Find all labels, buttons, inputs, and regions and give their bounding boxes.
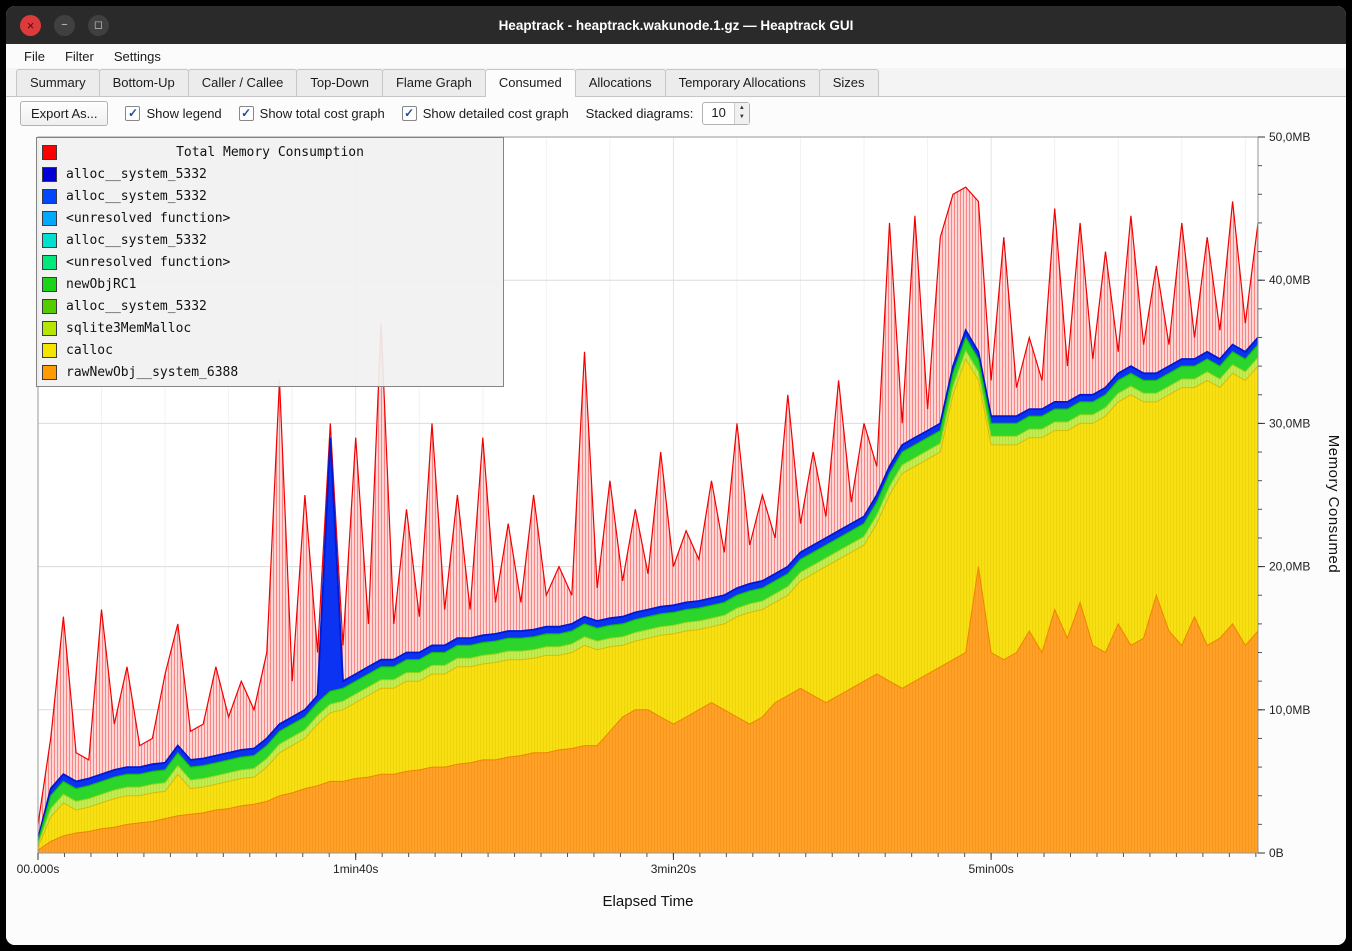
spin-down-icon[interactable]: ▼	[735, 113, 749, 122]
tab-caller-callee[interactable]: Caller / Callee	[188, 69, 298, 96]
legend-swatch	[42, 233, 57, 248]
export-as-button[interactable]: Export As...	[20, 101, 108, 126]
menubar: FileFilterSettings	[6, 44, 1346, 68]
y-tick-label: 20,0MB	[1269, 560, 1310, 574]
x-tick-label: 1min40s	[333, 862, 378, 876]
x-tick-label: 00.000s	[17, 862, 60, 876]
minimize-icon: −	[61, 20, 67, 31]
close-button[interactable]: ×	[20, 15, 41, 36]
minimize-button[interactable]: −	[54, 15, 75, 36]
legend-swatch	[42, 167, 57, 182]
legend-entry-label: alloc__system_5332	[66, 299, 207, 314]
tab-top-down[interactable]: Top-Down	[296, 69, 383, 96]
y-tick-label: 10,0MB	[1269, 703, 1310, 717]
spinner-arrows: ▲ ▼	[734, 103, 749, 124]
tab-summary[interactable]: Summary	[16, 69, 100, 96]
legend-entry-label: rawNewObj__system_6388	[66, 365, 238, 380]
legend-entry: alloc__system_5332	[42, 229, 498, 251]
stacked-diagrams-value: 10	[703, 103, 733, 124]
x-tick-label: 3min20s	[651, 862, 696, 876]
menu-file[interactable]: File	[14, 46, 55, 67]
consumed-chart: 00.000s 1min40s 3min20s 5min00s 0B 10,0MB 20,0…	[6, 129, 1346, 945]
legend-entry: alloc__system_5332	[42, 185, 498, 207]
legend-swatch	[42, 299, 57, 314]
close-icon: ×	[27, 19, 35, 32]
y-axis-title: Memory Consumed	[1325, 435, 1342, 573]
legend-entry: alloc__system_5332	[42, 295, 498, 317]
legend-swatch	[42, 365, 57, 380]
legend-entry-label: <unresolved function>	[66, 255, 230, 270]
legend-title: Total Memory Consumption	[66, 145, 474, 160]
tab-sizes[interactable]: Sizes	[819, 69, 879, 96]
legend-entry: <unresolved function>	[42, 207, 498, 229]
checkbox-label: Show legend	[146, 106, 221, 121]
tab-bottom-up[interactable]: Bottom-Up	[99, 69, 189, 96]
checkbox-check-icon: ✓	[239, 106, 254, 121]
stacked-diagrams-label: Stacked diagrams:	[586, 106, 694, 121]
checkbox-check-icon: ✓	[125, 106, 140, 121]
y-tick-label: 40,0MB	[1269, 273, 1310, 287]
legend-swatch	[42, 277, 57, 292]
legend-entry: alloc__system_5332	[42, 163, 498, 185]
tab-consumed[interactable]: Consumed	[485, 69, 576, 97]
menu-filter[interactable]: Filter	[55, 46, 104, 67]
legend-entry-label: newObjRC1	[66, 277, 136, 292]
toolbar: Export As... ✓ Show legend ✓ Show total cos…	[6, 97, 1346, 129]
tab-bar: SummaryBottom-UpCaller / CalleeTop-DownF…	[6, 68, 1346, 97]
legend-title-row: Total Memory Consumption	[42, 141, 498, 163]
window-title: Heaptrack - heaptrack.wakunode.1.gz — He…	[6, 18, 1346, 33]
legend-entry: newObjRC1	[42, 273, 498, 295]
checkbox-label: Show detailed cost graph	[423, 106, 569, 121]
titlebar[interactable]: × − ◻ Heaptrack - heaptrack.wakunode.1.g…	[6, 6, 1346, 44]
checkbox-label: Show total cost graph	[260, 106, 385, 121]
spin-up-icon[interactable]: ▲	[735, 104, 749, 113]
tab-flame-graph[interactable]: Flame Graph	[382, 69, 486, 96]
checkbox-check-icon: ✓	[402, 106, 417, 121]
tab-temporary-allocations[interactable]: Temporary Allocations	[665, 69, 820, 96]
legend-entry: <unresolved function>	[42, 251, 498, 273]
legend-entry-label: <unresolved function>	[66, 211, 230, 226]
legend-entry-label: sqlite3MemMalloc	[66, 321, 191, 336]
y-tick-label: 0B	[1269, 846, 1284, 860]
legend-swatch	[42, 321, 57, 336]
legend-entry: calloc	[42, 339, 498, 361]
y-tick-label: 30,0MB	[1269, 416, 1310, 430]
legend-swatch	[42, 189, 57, 204]
legend-entry: sqlite3MemMalloc	[42, 317, 498, 339]
x-axis-title: Elapsed Time	[38, 893, 1258, 910]
stacked-diagrams-spinbox[interactable]: 10 ▲ ▼	[702, 102, 749, 125]
app-window: × − ◻ Heaptrack - heaptrack.wakunode.1.g…	[6, 6, 1346, 945]
checkbox-show-legend[interactable]: ✓ Show legend	[125, 106, 221, 121]
legend-entry-label: alloc__system_5332	[66, 233, 207, 248]
chart-legend: Total Memory Consumption alloc__system_53…	[36, 137, 504, 387]
legend-swatch	[42, 145, 57, 160]
legend-swatch	[42, 211, 57, 226]
maximize-icon: ◻	[94, 20, 103, 31]
legend-entry-label: alloc__system_5332	[66, 189, 207, 204]
menu-settings[interactable]: Settings	[104, 46, 171, 67]
tab-allocations[interactable]: Allocations	[575, 69, 666, 96]
y-tick-label: 50,0MB	[1269, 131, 1310, 144]
legend-entry-label: alloc__system_5332	[66, 167, 207, 182]
legend-swatch	[42, 343, 57, 358]
x-tick-label: 5min00s	[968, 862, 1013, 876]
legend-swatch	[42, 255, 57, 270]
window-controls: × − ◻	[20, 15, 109, 36]
checkbox-group: ✓ Show legend ✓ Show total cost graph ✓ Show …	[125, 106, 568, 121]
legend-entry-label: calloc	[66, 343, 113, 358]
checkbox-show-total-cost-graph[interactable]: ✓ Show total cost graph	[239, 106, 385, 121]
checkbox-show-detailed-cost-graph[interactable]: ✓ Show detailed cost graph	[402, 106, 569, 121]
legend-entry: rawNewObj__system_6388	[42, 361, 498, 383]
maximize-button[interactable]: ◻	[88, 15, 109, 36]
